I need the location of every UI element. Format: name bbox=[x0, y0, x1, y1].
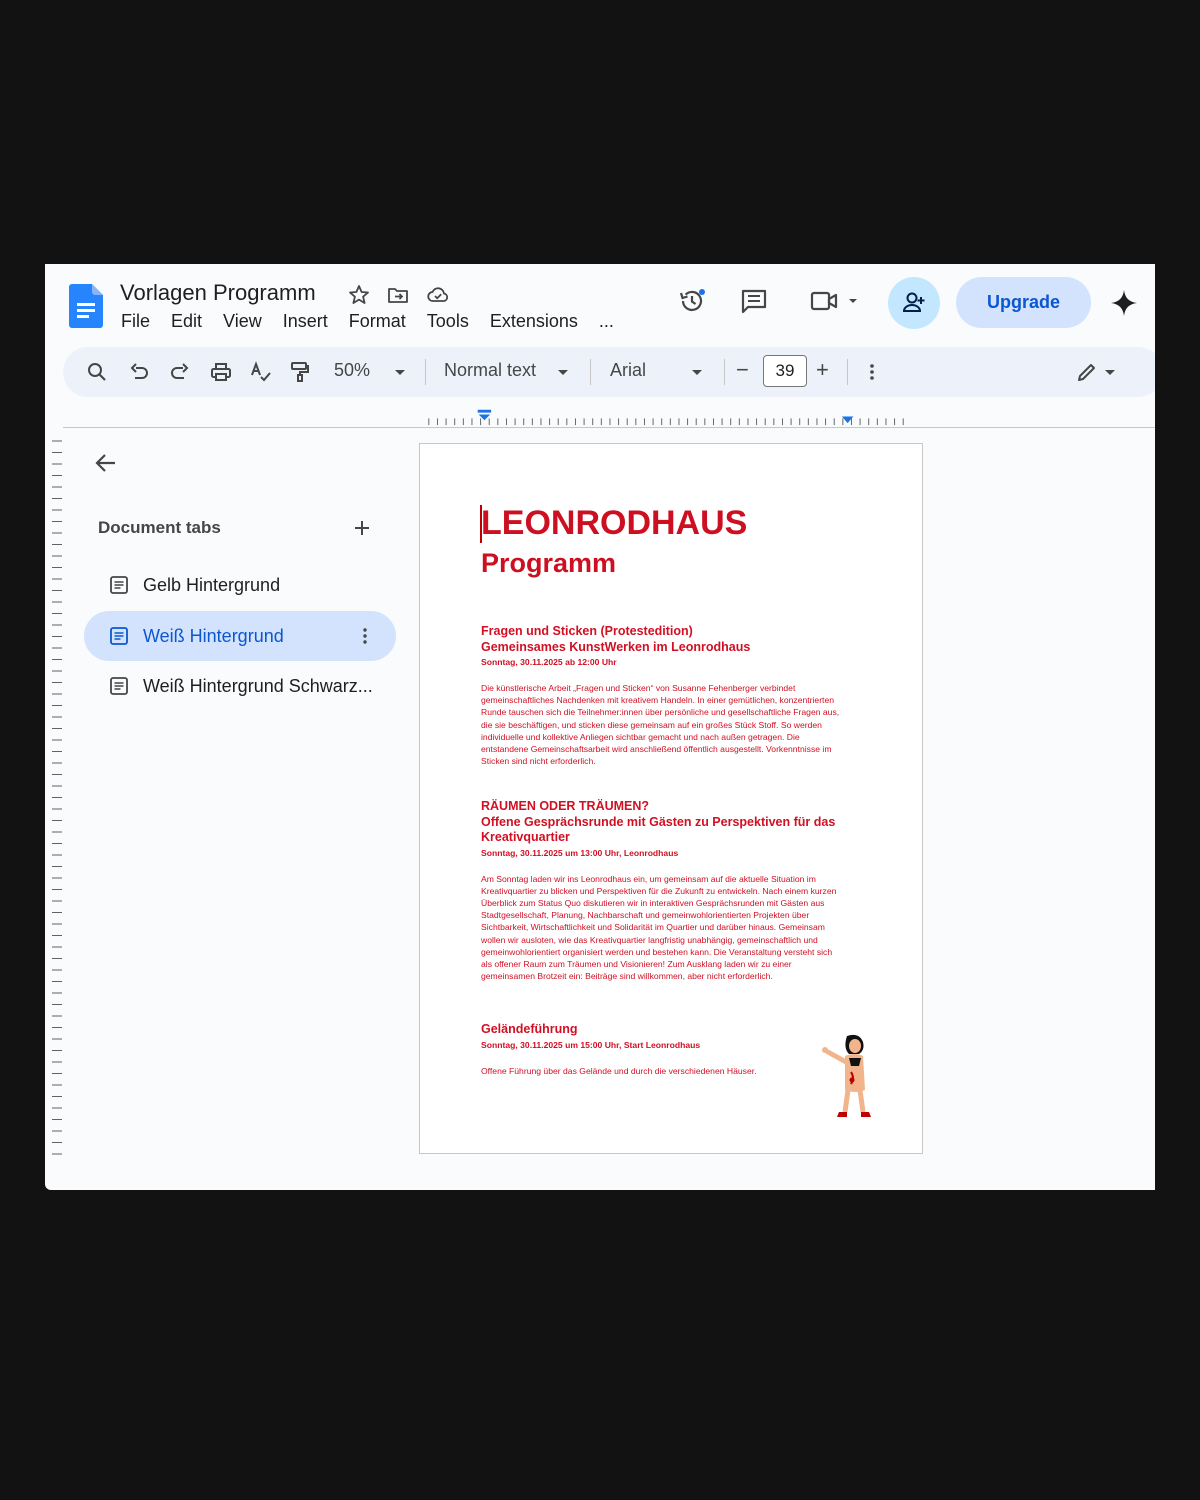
cloud-saved-icon[interactable] bbox=[426, 283, 450, 307]
tab-gelb-hintergrund[interactable]: Gelb Hintergrund bbox=[84, 560, 396, 610]
add-person-icon bbox=[902, 292, 925, 312]
tab-weiss-hintergrund[interactable]: Weiß Hintergrund bbox=[84, 611, 396, 661]
upgrade-button[interactable]: Upgrade bbox=[956, 277, 1091, 328]
event-section: Fragen und Sticken (Protestedition) Geme… bbox=[481, 624, 841, 767]
meet-video-icon[interactable] bbox=[809, 286, 859, 316]
menu-edit[interactable]: Edit bbox=[171, 311, 202, 335]
redo-icon[interactable] bbox=[168, 360, 192, 384]
event-date: Sonntag, 30.11.2025 ab 12:00 Uhr bbox=[481, 657, 617, 667]
style-dropdown-icon[interactable] bbox=[556, 360, 570, 384]
zoom-value[interactable]: 50% bbox=[334, 360, 370, 381]
comments-icon[interactable] bbox=[739, 286, 769, 316]
document-subheading: Programm bbox=[481, 548, 617, 578]
menu-tools[interactable]: Tools bbox=[427, 311, 469, 335]
illustration-figure bbox=[822, 1034, 871, 1117]
paint-format-icon[interactable] bbox=[288, 360, 312, 384]
document-tab-icon bbox=[110, 627, 128, 645]
toolbar-divider bbox=[590, 359, 591, 385]
event-description: Offene Führung über das Gelände und durc… bbox=[481, 1065, 757, 1076]
document-tabs-header: Document tabs bbox=[98, 518, 221, 537]
event-title: RÄUMEN ODER TRÄUMEN? bbox=[481, 799, 650, 813]
event-description: Am Sonntag laden wir ins Leonrodhaus ein… bbox=[481, 873, 837, 982]
share-button[interactable] bbox=[888, 277, 940, 329]
toolbar: 50% Normal text Arial − 39 + bbox=[63, 347, 1155, 397]
document-heading: LEONRODHAUS bbox=[481, 504, 748, 542]
menu-more[interactable]: ... bbox=[599, 311, 614, 335]
zoom-dropdown-icon[interactable] bbox=[393, 360, 407, 384]
add-tab-icon[interactable] bbox=[351, 517, 373, 539]
menu-insert[interactable]: Insert bbox=[283, 311, 328, 335]
spellcheck-icon[interactable] bbox=[249, 360, 273, 384]
docs-logo-icon[interactable] bbox=[69, 284, 103, 328]
increase-font-size-button[interactable]: + bbox=[816, 357, 829, 383]
toolbar-divider bbox=[425, 359, 426, 385]
gemini-sparkle-icon[interactable] bbox=[1109, 288, 1139, 318]
event-date: Sonntag, 30.11.2025 um 15:00 Uhr, Start … bbox=[481, 1039, 701, 1050]
decrease-font-size-button[interactable]: − bbox=[736, 357, 749, 383]
tab-more-options-icon[interactable] bbox=[362, 626, 368, 646]
event-description: Die künstlerische Arbeit „Fragen und Sti… bbox=[481, 683, 840, 767]
paragraph-style-value[interactable]: Normal text bbox=[444, 360, 536, 381]
tab-label: Weiß Hintergrund Schwarz... bbox=[143, 675, 373, 696]
menu-file[interactable]: File bbox=[121, 311, 150, 335]
event-subtitle: Offene Gesprächsrunde mit Gästen zu Pers… bbox=[481, 814, 836, 845]
back-arrow-icon[interactable] bbox=[92, 449, 120, 477]
print-icon[interactable] bbox=[209, 360, 233, 384]
document-tab-icon bbox=[110, 576, 128, 594]
font-dropdown-icon[interactable] bbox=[690, 360, 704, 384]
toolbar-divider bbox=[847, 359, 848, 385]
event-date: Sonntag, 30.11.2025 um 13:00 Uhr, Leonro… bbox=[481, 847, 679, 858]
font-family-value[interactable]: Arial bbox=[610, 360, 646, 381]
docs-window: Vorlagen Programm File Edit View Insert … bbox=[45, 264, 1155, 1190]
menu-format[interactable]: Format bbox=[349, 311, 406, 335]
undo-icon[interactable] bbox=[127, 360, 151, 384]
menu-bar: File Edit View Insert Format Tools Exten… bbox=[121, 311, 614, 335]
toolbar-divider bbox=[724, 359, 725, 385]
document-tab-icon bbox=[110, 677, 128, 695]
document-title[interactable]: Vorlagen Programm bbox=[120, 280, 316, 306]
font-size-input[interactable]: 39 bbox=[763, 355, 807, 387]
tab-weiss-hintergrund-schwarz[interactable]: Weiß Hintergrund Schwarz... bbox=[84, 661, 396, 711]
search-icon[interactable] bbox=[85, 360, 109, 384]
menu-view[interactable]: View bbox=[223, 311, 262, 335]
star-icon[interactable] bbox=[347, 283, 371, 307]
vertical-ruler[interactable] bbox=[50, 439, 64, 1159]
event-section: Geländeführung Sonntag, 30.11.2025 um 15… bbox=[481, 1022, 841, 1077]
version-history-icon[interactable] bbox=[677, 286, 707, 316]
horizontal-ruler[interactable] bbox=[63, 404, 1155, 428]
event-section: RÄUMEN ODER TRÄUMEN? Offene Gesprächsrun… bbox=[481, 799, 841, 982]
move-folder-icon[interactable] bbox=[386, 283, 410, 307]
editing-mode-dropdown-icon[interactable] bbox=[1103, 360, 1117, 384]
tab-label: Gelb Hintergrund bbox=[143, 574, 281, 595]
tab-label: Weiß Hintergrund bbox=[143, 625, 284, 646]
event-title: Fragen und Sticken (Protestedition) bbox=[481, 624, 693, 638]
document-page[interactable]: LEONRODHAUS Programm Fragen und Sticken … bbox=[419, 443, 923, 1154]
more-options-icon[interactable] bbox=[860, 360, 884, 384]
editing-mode-pencil-icon[interactable] bbox=[1075, 360, 1099, 384]
event-title: Geländeführung bbox=[481, 1022, 578, 1036]
menu-extensions[interactable]: Extensions bbox=[490, 311, 578, 335]
event-subtitle: Gemeinsames KunstWerken im Leonrodhaus bbox=[481, 639, 751, 654]
